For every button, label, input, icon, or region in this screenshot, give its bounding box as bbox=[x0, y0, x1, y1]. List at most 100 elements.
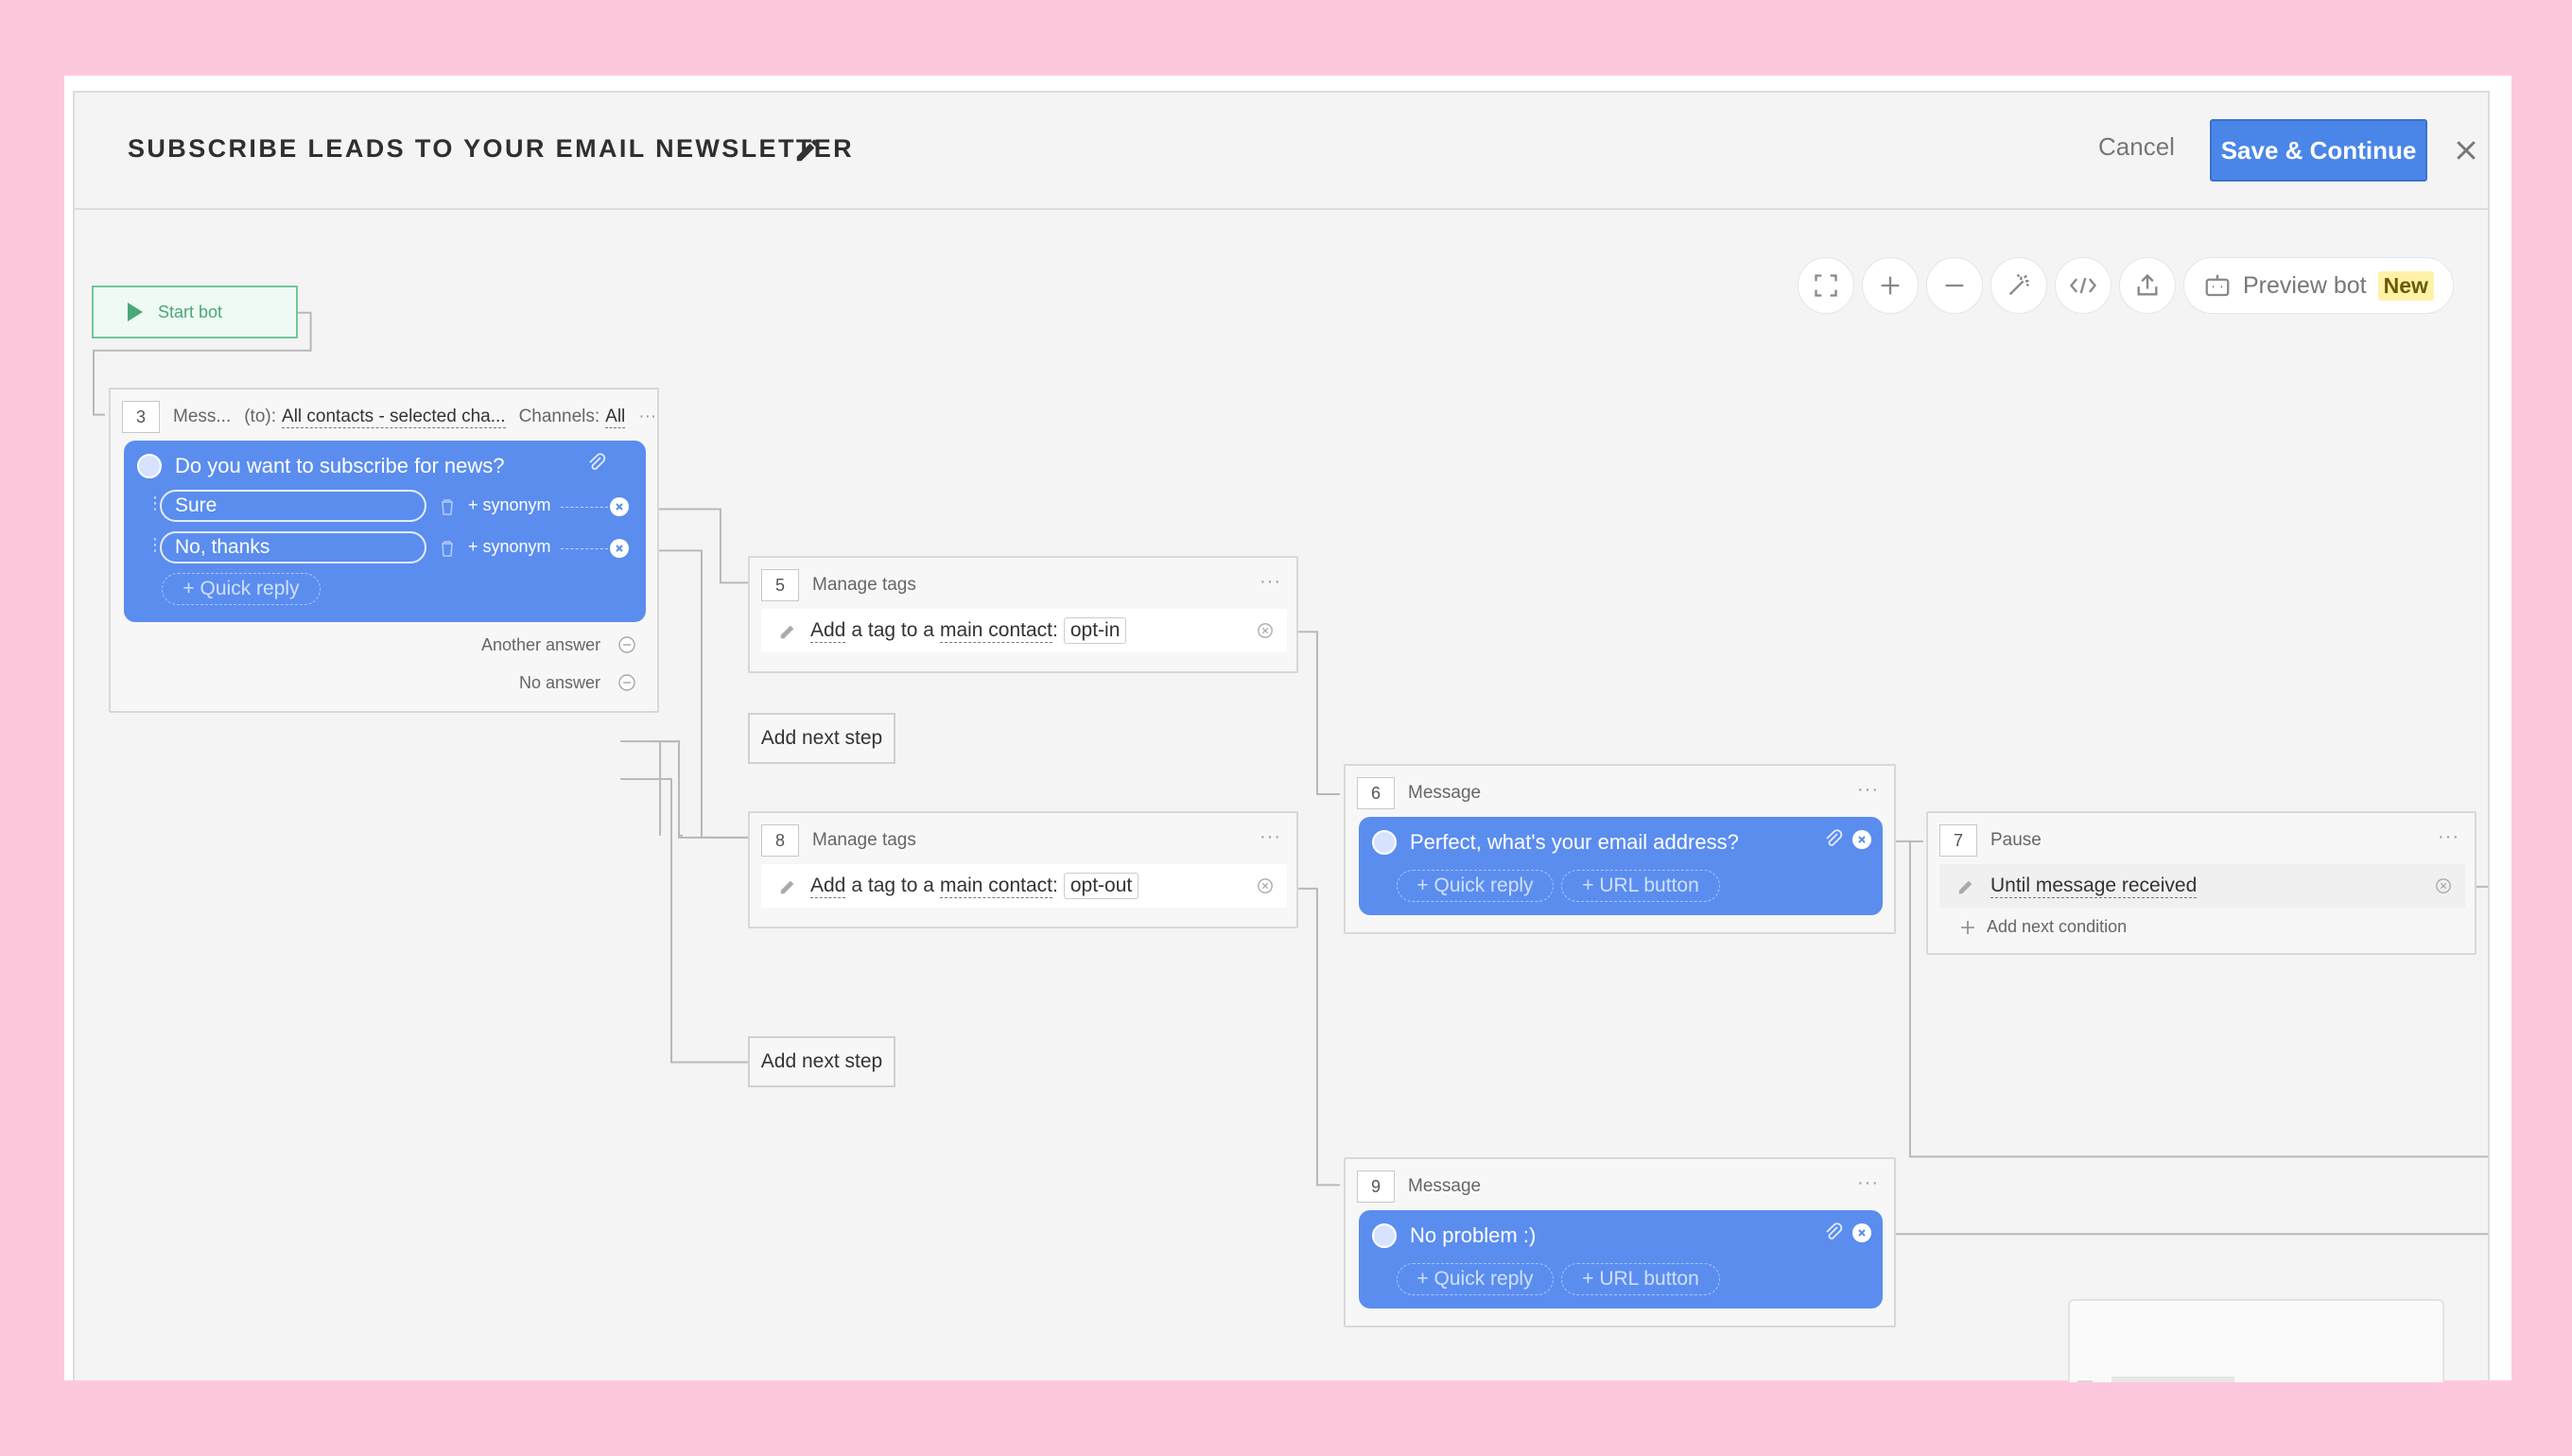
another-answer-label: Another answer bbox=[481, 635, 601, 654]
trash-icon[interactable] bbox=[440, 539, 455, 558]
modal-header: SUBSCRIBE LEADS TO YOUR EMAIL NEWSLETTER… bbox=[75, 93, 2488, 210]
play-icon bbox=[128, 303, 143, 321]
add-quick-reply-button[interactable]: + Quick reply bbox=[1397, 1263, 1554, 1295]
synonym-link[interactable]: + synonym bbox=[468, 537, 551, 557]
remove-icon[interactable] bbox=[2435, 877, 2452, 894]
add-next-step-button[interactable]: Add next step bbox=[748, 1036, 895, 1087]
remove-icon[interactable] bbox=[1257, 877, 1274, 894]
pause-condition-row[interactable]: Until message received bbox=[1939, 864, 2465, 908]
export-button[interactable] bbox=[2119, 257, 2176, 314]
code-button[interactable] bbox=[2055, 257, 2111, 314]
message-text[interactable]: Do you want to subscribe for news? bbox=[175, 454, 505, 478]
add-next-step-button[interactable]: Add next step bbox=[748, 713, 895, 764]
node-menu-dots[interactable]: ··· bbox=[638, 407, 656, 427]
attachment-icon[interactable] bbox=[585, 452, 608, 475]
node-title: Manage tags bbox=[812, 575, 916, 595]
node-title: Manage tags bbox=[812, 830, 916, 850]
colon: : bbox=[1052, 619, 1058, 641]
tag-action-row[interactable]: Add a tag to a main contact : opt-in bbox=[761, 609, 1287, 652]
add-url-button[interactable]: + URL button bbox=[1561, 1263, 1720, 1295]
preview-bot-button[interactable]: Preview bot New bbox=[2183, 257, 2454, 314]
flow-canvas[interactable]: Preview bot New Start bot 3 Mess... (to)… bbox=[75, 212, 2488, 1382]
tag-chip[interactable]: opt-in bbox=[1063, 617, 1127, 644]
trash-icon[interactable] bbox=[440, 497, 455, 516]
node-title: Pause bbox=[1990, 830, 2042, 850]
pencil-icon[interactable] bbox=[793, 136, 822, 165]
attachment-icon[interactable] bbox=[1822, 1222, 1845, 1244]
manage-tags-node-5[interactable]: 5 Manage tags ··· Add a tag to a main co… bbox=[748, 556, 1298, 673]
node-menu-dots[interactable]: ··· bbox=[1857, 779, 1879, 801]
zoom-in-button[interactable] bbox=[1862, 257, 1919, 314]
tag-chip[interactable]: opt-out bbox=[1063, 873, 1139, 899]
node-header: 3 Mess... (to): All contacts - selected … bbox=[122, 401, 656, 433]
message-bubble[interactable]: Perfect, what's your email address? + Qu… bbox=[1359, 817, 1883, 915]
add-url-button[interactable]: + URL button bbox=[1561, 870, 1720, 902]
node-menu-dots[interactable]: ··· bbox=[2438, 826, 2459, 848]
target-contact-link[interactable]: main contact bbox=[939, 875, 1053, 898]
remove-connection-icon[interactable] bbox=[610, 497, 629, 516]
minus-circle-icon[interactable] bbox=[617, 635, 636, 654]
tag-action-row[interactable]: Add a tag to a main contact : opt-out bbox=[761, 864, 1287, 908]
synonym-link[interactable]: + synonym bbox=[468, 495, 551, 515]
step-number: 7 bbox=[1939, 824, 1977, 857]
save-continue-button[interactable]: Save & Continue bbox=[2210, 119, 2427, 182]
quick-reply-sure[interactable]: Sure bbox=[160, 490, 426, 522]
recipients-link[interactable]: All contacts - selected cha... bbox=[282, 407, 506, 428]
node-header: 9 Message bbox=[1357, 1170, 1481, 1203]
pencil-icon[interactable] bbox=[778, 620, 799, 641]
fullscreen-button[interactable] bbox=[1798, 257, 1854, 314]
node-menu-dots[interactable]: ··· bbox=[1260, 571, 1281, 593]
remove-connection-icon[interactable] bbox=[1852, 830, 1871, 849]
to-label: (to): bbox=[244, 407, 277, 426]
auto-arrange-button[interactable] bbox=[1990, 257, 2047, 314]
step-number: 9 bbox=[1357, 1170, 1395, 1203]
message-node-9[interactable]: 9 Message ··· No problem :) + Quick repl… bbox=[1344, 1157, 1896, 1327]
pencil-icon[interactable] bbox=[1956, 875, 1977, 896]
minus-circle-icon[interactable] bbox=[617, 673, 636, 692]
bot-avatar-icon bbox=[1372, 830, 1397, 855]
quick-reply-no-thanks[interactable]: No, thanks bbox=[160, 531, 426, 563]
message-bubble[interactable]: No problem :) + Quick reply + URL button bbox=[1359, 1210, 1883, 1309]
remove-connection-icon[interactable] bbox=[610, 539, 629, 558]
pause-node-7[interactable]: 7 Pause ··· Until message received Add n… bbox=[1926, 811, 2476, 955]
node-header: 6 Message bbox=[1357, 777, 1481, 809]
export-icon bbox=[2137, 273, 2158, 296]
action-add-link[interactable]: Add bbox=[810, 875, 846, 898]
manage-tags-node-8[interactable]: 8 Manage tags ··· Add a tag to a main co… bbox=[748, 811, 1298, 928]
target-contact-link[interactable]: main contact bbox=[939, 619, 1053, 643]
connector-dash bbox=[561, 507, 608, 508]
minimap[interactable] bbox=[2068, 1299, 2444, 1382]
add-quick-reply-button[interactable]: + Quick reply bbox=[162, 573, 321, 605]
cancel-button[interactable]: Cancel bbox=[2098, 132, 2175, 162]
node-menu-dots[interactable]: ··· bbox=[1857, 1172, 1879, 1194]
start-bot-node[interactable]: Start bot bbox=[92, 286, 298, 338]
channels-link[interactable]: All bbox=[605, 407, 626, 428]
magic-wand-icon bbox=[2008, 273, 2030, 296]
reply-label: No, thanks bbox=[175, 536, 270, 558]
message-bubble[interactable]: Do you want to subscribe for news? ⋮ Sur… bbox=[124, 441, 646, 622]
pencil-icon[interactable] bbox=[778, 875, 799, 896]
message-text[interactable]: No problem :) bbox=[1410, 1223, 1536, 1248]
message-node-6[interactable]: 6 Message ··· Perfect, what's your email… bbox=[1344, 764, 1896, 934]
no-answer-label: No answer bbox=[519, 673, 601, 692]
start-bot-label: Start bot bbox=[158, 302, 223, 321]
message-node-3[interactable]: 3 Mess... (to): All contacts - selected … bbox=[109, 388, 659, 713]
step-number: 5 bbox=[761, 569, 799, 601]
action-add-link[interactable]: Add bbox=[810, 619, 846, 643]
message-text[interactable]: Perfect, what's your email address? bbox=[1410, 830, 1739, 855]
new-badge: New bbox=[2377, 270, 2434, 301]
zoom-out-button[interactable] bbox=[1926, 257, 1983, 314]
bot-avatar-icon bbox=[137, 454, 162, 478]
preview-bot-label: Preview bot bbox=[2243, 271, 2367, 299]
attachment-icon[interactable] bbox=[1822, 828, 1845, 851]
reply-label: Sure bbox=[175, 494, 217, 516]
close-icon[interactable] bbox=[2452, 136, 2480, 165]
remove-connection-icon[interactable] bbox=[1852, 1223, 1871, 1242]
channels-label: Channels: bbox=[518, 407, 600, 426]
node-menu-dots[interactable]: ··· bbox=[1260, 826, 1281, 848]
add-next-condition-button[interactable]: Add next condition bbox=[1960, 917, 2127, 937]
pause-condition-link[interactable]: Until message received bbox=[1990, 875, 2198, 898]
add-quick-reply-button[interactable]: + Quick reply bbox=[1397, 870, 1554, 902]
remove-icon[interactable] bbox=[1257, 622, 1274, 639]
connector-dash bbox=[561, 548, 608, 549]
